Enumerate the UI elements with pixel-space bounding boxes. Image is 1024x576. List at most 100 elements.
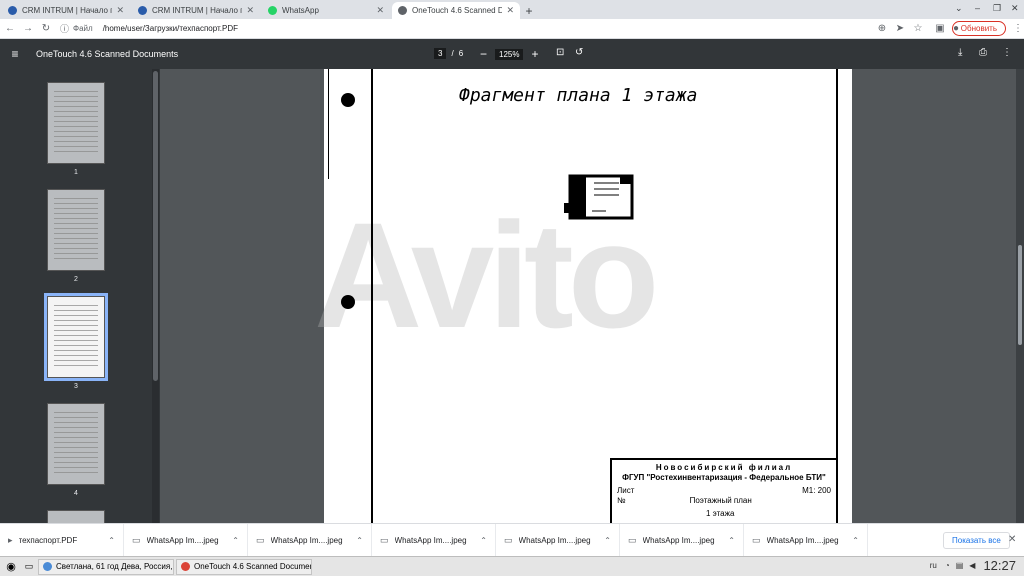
more-actions-icon[interactable]: ⋮ <box>1002 47 1012 58</box>
task-title: Светлана, 61 год Дева, Россия, И... <box>56 562 174 571</box>
downloads-bar: ▸ техпаспорт.PDF ⌃ ▭ WhatsApp Im....jpeg ⌃ ▭ Wh… <box>0 523 1024 557</box>
stamp-num-label: № <box>617 496 626 505</box>
rss-icon[interactable]: ◔ <box>945 561 950 570</box>
chevron-up-icon[interactable]: ⌃ <box>356 536 363 545</box>
taskbar-window[interactable]: OneTouch 4.6 Scanned Document... <box>176 558 312 575</box>
network-icon[interactable]: ▤ <box>956 561 964 570</box>
page-thumbnail[interactable]: 3 <box>44 293 108 390</box>
volume-icon[interactable]: ◀ <box>969 561 975 570</box>
download-item[interactable]: ▭ WhatsApp Im....jpeg ⌃ <box>496 523 620 557</box>
thumbnail-number: 1 <box>74 169 78 176</box>
address-bar[interactable]: ⓘ Файл /home/user/Загрузки/техпаспорт.PD… <box>60 21 860 37</box>
zoom-out-button[interactable]: − <box>480 47 487 61</box>
browser-toolbar: ← → ↻ ⓘ Файл /home/user/Загрузки/техпасп… <box>0 19 1024 39</box>
browser-tab-bar: CRM INTRUM | Начало пер✕CRM INTRUM | Нач… <box>0 0 1024 19</box>
info-icon[interactable]: ⓘ <box>60 22 69 35</box>
zoom-icon[interactable]: ⊕ <box>874 23 890 34</box>
keyboard-layout[interactable]: ru <box>930 561 937 570</box>
download-item[interactable]: ▸ техпаспорт.PDF ⌃ <box>0 523 124 557</box>
show-all-button[interactable]: Показать все <box>943 532 1010 549</box>
stamp-sheet-label: Лист <box>617 486 635 495</box>
chevron-up-icon[interactable]: ⌃ <box>108 536 115 545</box>
restore-icon[interactable]: ❐ <box>993 3 1001 14</box>
side-panel-icon[interactable]: ▣ <box>932 23 948 34</box>
page-number-input[interactable]: 3 <box>434 48 447 59</box>
stamp-plan-type: Поэтажный план <box>689 496 752 505</box>
download-item[interactable]: ▭ WhatsApp Im....jpeg ⌃ <box>124 523 248 557</box>
url-path[interactable]: /home/user/Загрузки/техпаспорт.PDF <box>103 24 238 33</box>
chevron-up-icon[interactable]: ⌃ <box>232 536 239 545</box>
page-thumbnail[interactable]: 2 <box>47 189 105 283</box>
update-button[interactable]: Обновить <box>951 21 1006 36</box>
new-tab-button[interactable]: + <box>520 2 538 19</box>
browser-tab[interactable]: OneTouch 4.6 Scanned Docu✕ <box>392 2 520 19</box>
fit-page-icon[interactable]: ⊡ <box>556 47 564 58</box>
download-item[interactable]: ▭ WhatsApp Im....jpeg ⌃ <box>372 523 496 557</box>
download-icon[interactable]: ⤓ <box>958 47 962 58</box>
punch-hole <box>341 295 355 309</box>
title-block-stamp: Новосибирский филиал ФГУП "Ростехинвента… <box>610 458 838 523</box>
pdf-page: Avito Фрагмент плана 1 этажа Новосибирск… <box>314 69 852 523</box>
chevron-up-icon[interactable]: ⌃ <box>852 536 859 545</box>
show-all-label: Показать все <box>952 536 1001 545</box>
download-item[interactable]: ▭ WhatsApp Im....jpeg ⌃ <box>620 523 744 557</box>
pdf-header: ≡ OneTouch 4.6 Scanned Documents 3 / 6 −… <box>0 39 1024 69</box>
taskbar-window[interactable]: Светлана, 61 год Дева, Россия, И... <box>38 558 174 575</box>
clock[interactable]: 12:27 <box>983 558 1016 573</box>
tab-title: CRM INTRUM | Начало пер <box>152 6 243 15</box>
image-icon: ▭ <box>504 534 513 545</box>
download-item[interactable]: ▭ WhatsApp Im....jpeg ⌃ <box>248 523 372 557</box>
chevron-up-icon[interactable]: ⌃ <box>728 536 735 545</box>
close-downloads-icon[interactable]: ✕ <box>1008 534 1016 545</box>
viewer-scrollbar[interactable] <box>1016 69 1024 523</box>
tab-search-icon[interactable]: ⌄ <box>955 3 963 14</box>
minimize-icon[interactable]: – <box>975 3 980 13</box>
close-tab-icon[interactable]: ✕ <box>116 5 124 16</box>
browser-tab[interactable]: CRM INTRUM | Начало пер✕ <box>2 2 130 19</box>
download-item[interactable]: ▭ WhatsApp Im....jpeg ⌃ <box>744 523 868 557</box>
chevron-up-icon[interactable]: ⌃ <box>604 536 611 545</box>
thumbnail-image <box>44 293 108 381</box>
browser-tab[interactable]: WhatsApp ✕ <box>262 2 390 19</box>
thumbnail-number: 3 <box>74 383 78 390</box>
chevron-up-icon[interactable]: ⌃ <box>480 536 487 545</box>
forward-icon[interactable]: → <box>20 23 36 34</box>
image-icon: ▭ <box>132 534 141 545</box>
page-thumbnail[interactable]: 4 <box>47 403 105 497</box>
border-line-right <box>836 69 838 523</box>
download-name: WhatsApp Im....jpeg <box>518 535 591 545</box>
app-icon <box>43 562 52 571</box>
punch-hole <box>341 93 355 107</box>
image-icon: ▭ <box>380 534 389 545</box>
show-desktop-icon[interactable]: ▭ <box>22 561 36 572</box>
send-icon[interactable]: ➤ <box>892 23 908 34</box>
hamburger-menu-icon[interactable]: ≡ <box>0 47 30 61</box>
close-tab-icon[interactable]: ✕ <box>506 5 514 16</box>
browser-tab[interactable]: CRM INTRUM | Начало пер✕ <box>132 2 260 19</box>
back-icon[interactable]: ← <box>2 23 18 34</box>
page-thumbnail[interactable] <box>47 510 105 523</box>
rotate-icon[interactable]: ↺ <box>575 47 583 58</box>
favicon-icon <box>268 6 277 15</box>
page-thumbnail[interactable]: 1 <box>47 82 105 176</box>
tab-title: CRM INTRUM | Начало пер <box>22 6 113 15</box>
sidebar-scrollbar[interactable] <box>152 69 159 523</box>
zoom-level-input[interactable]: 125% <box>495 48 524 60</box>
start-menu-icon[interactable]: ◉ <box>0 560 22 573</box>
bookmark-star-icon[interactable]: ☆ <box>910 23 926 34</box>
close-window-icon[interactable]: ✕ <box>1011 3 1019 14</box>
reload-icon[interactable]: ↻ <box>38 23 54 34</box>
pdf-viewer: Avito Фрагмент плана 1 этажа Новосибирск… <box>160 69 1024 523</box>
print-icon[interactable]: ⎙ <box>979 47 987 58</box>
tab-title: WhatsApp <box>282 6 319 15</box>
thumbnail-number: 2 <box>74 276 78 283</box>
stamp-branch: Новосибирский филиал <box>655 463 793 472</box>
system-tray: ru ◔ ▤ ◀ 12:27 <box>930 558 1016 573</box>
zoom-in-button[interactable]: + <box>531 47 538 61</box>
download-name: WhatsApp Im....jpeg <box>394 535 467 545</box>
favicon-icon <box>398 6 407 15</box>
zoom-controls: − 125% + <box>480 47 539 61</box>
menu-dots-icon[interactable]: ⋮ <box>1010 23 1024 34</box>
close-tab-icon[interactable]: ✕ <box>246 5 254 16</box>
close-tab-icon[interactable]: ✕ <box>376 5 384 16</box>
